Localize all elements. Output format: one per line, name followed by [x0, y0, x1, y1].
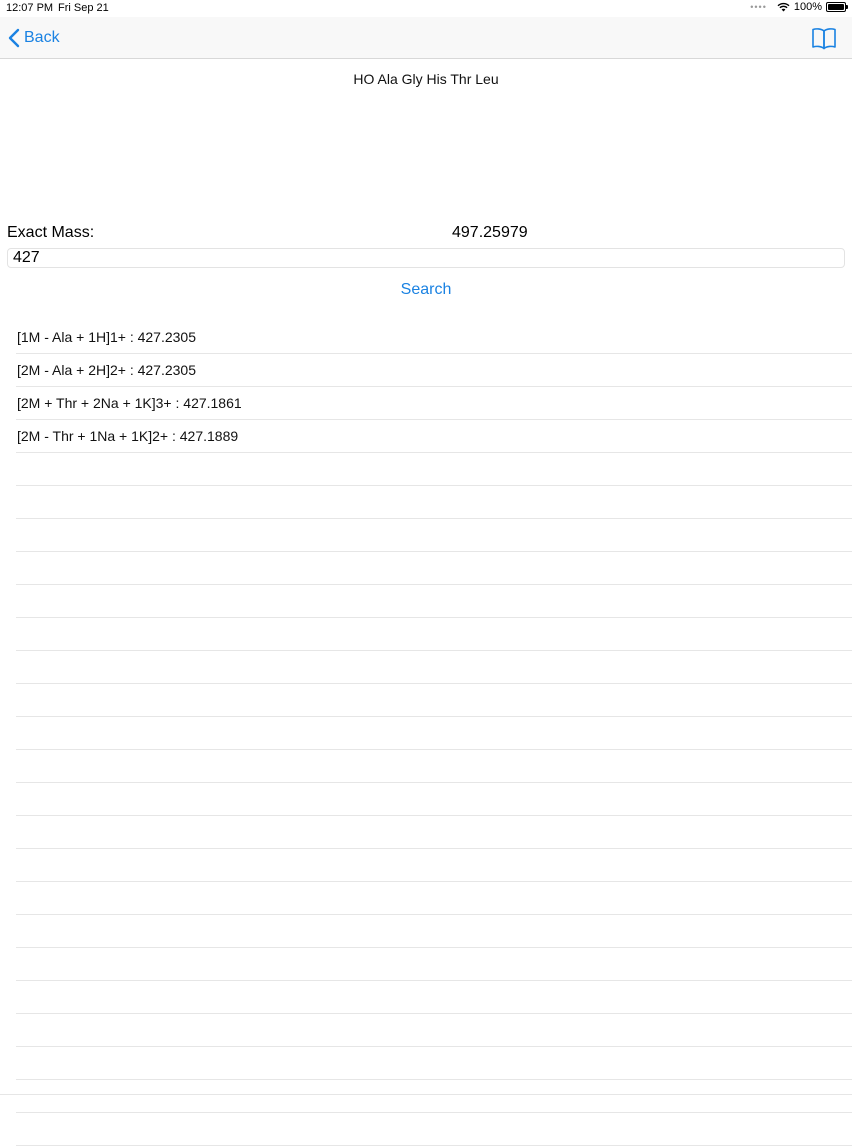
result-row [16, 783, 852, 816]
battery-icon [826, 2, 848, 12]
result-row[interactable]: [2M - Ala + 2H]2+ : 427.2305 [16, 354, 852, 387]
back-button[interactable]: Back [8, 25, 60, 51]
result-row [16, 453, 852, 486]
result-row [16, 1080, 852, 1113]
exact-mass-value: 497.25979 [452, 224, 528, 241]
mass-search-input[interactable] [7, 248, 845, 268]
navigation-bar: Back [0, 17, 852, 59]
result-row [16, 552, 852, 585]
results-list: [1M - Ala + 1H]1+ : 427.2305 [2M - Ala +… [16, 321, 852, 1146]
status-time: 12:07 PM [6, 2, 54, 14]
result-row [16, 981, 852, 1014]
peptide-sequence: HO Ala Gly His Thr Leu [353, 71, 499, 87]
result-row [16, 651, 852, 684]
result-row [16, 1014, 852, 1047]
signal-icon: •••• [750, 2, 767, 12]
result-row [16, 684, 852, 717]
result-row [16, 750, 852, 783]
status-date: Fri Sep 21 [58, 2, 109, 14]
result-row [16, 486, 852, 519]
result-row [16, 849, 852, 882]
exact-mass-label: Exact Mass: [7, 224, 95, 241]
result-row [16, 915, 852, 948]
result-row [16, 948, 852, 981]
result-row[interactable]: [1M - Ala + 1H]1+ : 427.2305 [16, 321, 852, 354]
result-row [16, 717, 852, 750]
battery-percent: 100% [793, 1, 822, 13]
book-button[interactable] [810, 24, 838, 52]
result-row [16, 1047, 852, 1080]
status-indicators: •••• 100% [750, 1, 848, 13]
chevron-left-icon [8, 28, 20, 48]
result-row [16, 618, 852, 651]
result-row [16, 816, 852, 849]
result-row [16, 882, 852, 915]
result-row[interactable]: [2M - Thr + 1Na + 1K]2+ : 427.1889 [16, 420, 852, 453]
result-row [16, 519, 852, 552]
bottom-divider [0, 1094, 852, 1095]
book-icon [812, 28, 836, 50]
wifi-icon [777, 2, 790, 12]
search-button[interactable]: Search [0, 281, 852, 299]
result-row[interactable]: [2M + Thr + 2Na + 1K]3+ : 427.1861 [16, 387, 852, 420]
result-row [16, 585, 852, 618]
result-row [16, 1113, 852, 1146]
status-bar: 12:07 PM Fri Sep 21 •••• 100% [0, 0, 852, 17]
back-label: Back [24, 29, 60, 46]
